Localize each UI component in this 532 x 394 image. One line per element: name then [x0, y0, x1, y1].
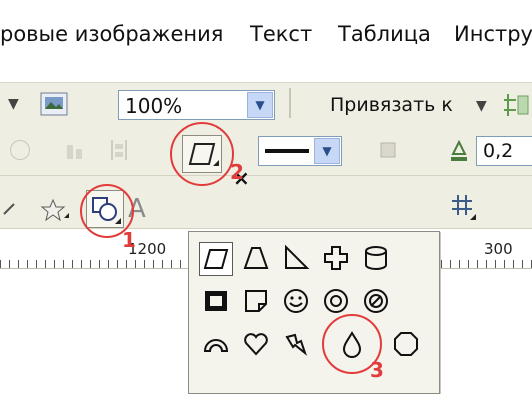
no-symbol-icon[interactable]: [359, 284, 393, 318]
frame-icon[interactable]: [199, 284, 233, 318]
menu-bar: ровые изображения Текст Таблица Инстру: [0, 0, 532, 82]
annotation-marker-3: 3: [370, 358, 384, 382]
cylinder-icon[interactable]: [359, 241, 393, 275]
distribute-icon: [108, 138, 130, 166]
heart-icon[interactable]: [239, 327, 273, 361]
dropdown-arrow-icon[interactable]: ▼: [8, 96, 19, 112]
outline-width-field[interactable]: 0,2: [476, 136, 532, 166]
menu-item-bitmaps[interactable]: ровые изображения: [0, 22, 223, 46]
menu-item-table[interactable]: Таблица: [338, 22, 431, 46]
octagon-icon[interactable]: [389, 327, 423, 361]
outline-style-selector[interactable]: ▼: [258, 136, 342, 166]
cross-icon[interactable]: [319, 241, 353, 275]
folded-corner-icon[interactable]: [239, 284, 273, 318]
ruler-label-300: 300: [484, 240, 513, 258]
annotation-marker-2: 2: [230, 160, 244, 184]
outline-color-icon: [378, 140, 400, 166]
snap-to-button[interactable]: Привязать к: [330, 94, 453, 116]
pen-outline-icon[interactable]: [448, 139, 470, 168]
align-icon: [64, 140, 86, 166]
outline-style-dropdown-button[interactable]: ▼: [314, 138, 340, 164]
menu-item-tools[interactable]: Инстру: [454, 22, 532, 46]
smiley-icon[interactable]: [279, 284, 313, 318]
toolbar-separator: [289, 88, 291, 118]
arc-icon[interactable]: [199, 327, 233, 361]
line-style-preview: [265, 149, 309, 153]
annotation-marker-1: 1: [122, 228, 136, 252]
snap-icon[interactable]: [502, 90, 532, 124]
snap-to-label: Привязать к: [330, 94, 453, 116]
tool-flyout-icon[interactable]: [2, 200, 18, 220]
zoom-level-combobox[interactable]: 100% ▼: [118, 90, 275, 120]
trapezoid-icon[interactable]: [239, 241, 273, 275]
parallelogram-icon[interactable]: [199, 242, 233, 276]
disabled-tool-icon: [10, 140, 30, 160]
table-tool-icon[interactable]: [448, 192, 478, 226]
menu-item-text[interactable]: Текст: [250, 22, 312, 46]
zoom-dropdown-button[interactable]: ▼: [247, 92, 273, 118]
zoom-value: 100%: [125, 94, 183, 118]
donut-icon[interactable]: [319, 284, 353, 318]
annotation-circle-2: [170, 122, 234, 186]
lightning-icon[interactable]: [279, 327, 313, 361]
snap-dropdown-arrow-icon[interactable]: ▼: [476, 98, 487, 114]
outline-width-value: 0,2: [483, 140, 514, 162]
right-triangle-icon[interactable]: [279, 241, 313, 275]
star-tool-icon[interactable]: [40, 196, 70, 228]
image-icon[interactable]: [40, 92, 68, 120]
